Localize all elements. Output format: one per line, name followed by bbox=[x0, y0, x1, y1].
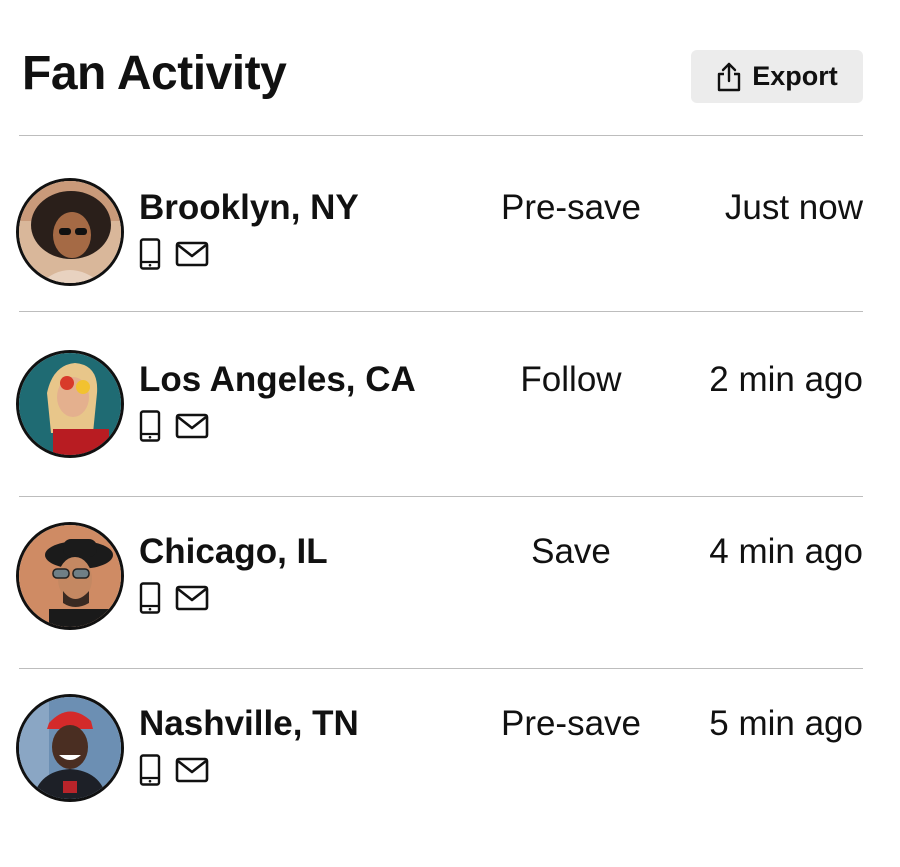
mail-icon bbox=[175, 757, 209, 788]
timestamp: 2 min ago bbox=[709, 360, 863, 399]
contact-icons bbox=[139, 410, 209, 447]
timestamp: 5 min ago bbox=[709, 704, 863, 743]
list-item[interactable]: Nashville, TN Pre-save 5 min ago bbox=[16, 694, 863, 804]
avatar bbox=[16, 178, 124, 286]
fan-action: Pre-save bbox=[500, 704, 642, 743]
fan-action: Follow bbox=[520, 360, 622, 399]
phone-icon bbox=[139, 754, 161, 791]
divider bbox=[19, 668, 863, 669]
contact-icons bbox=[139, 238, 209, 275]
timestamp: 4 min ago bbox=[709, 532, 863, 571]
fan-city: Chicago, IL bbox=[139, 532, 328, 571]
header: Fan Activity Export bbox=[22, 44, 863, 108]
avatar bbox=[16, 522, 124, 630]
contact-icons bbox=[139, 754, 209, 791]
mail-icon bbox=[175, 585, 209, 616]
list-item[interactable]: Chicago, IL Save 4 min ago bbox=[16, 522, 863, 632]
list-item[interactable]: Brooklyn, NY Pre-save Just now bbox=[16, 178, 863, 288]
list-item[interactable]: Los Angeles, CA Follow 2 min ago bbox=[16, 350, 863, 460]
divider bbox=[19, 311, 863, 312]
divider bbox=[19, 496, 863, 497]
mail-icon bbox=[175, 241, 209, 272]
mail-icon bbox=[175, 413, 209, 444]
page-title: Fan Activity bbox=[22, 47, 287, 100]
fan-city: Los Angeles, CA bbox=[139, 360, 416, 399]
divider bbox=[19, 135, 863, 136]
fan-action: Pre-save bbox=[500, 188, 642, 227]
fan-action: Save bbox=[531, 532, 611, 571]
avatar bbox=[16, 694, 124, 802]
fan-city: Nashville, TN bbox=[139, 704, 359, 743]
avatar bbox=[16, 350, 124, 458]
phone-icon bbox=[139, 582, 161, 619]
share-export-icon bbox=[716, 62, 742, 92]
contact-icons bbox=[139, 582, 209, 619]
phone-icon bbox=[139, 238, 161, 275]
fan-city: Brooklyn, NY bbox=[139, 188, 359, 227]
export-label: Export bbox=[752, 61, 838, 91]
phone-icon bbox=[139, 410, 161, 447]
export-button[interactable]: Export bbox=[691, 50, 863, 103]
timestamp: Just now bbox=[724, 188, 863, 227]
